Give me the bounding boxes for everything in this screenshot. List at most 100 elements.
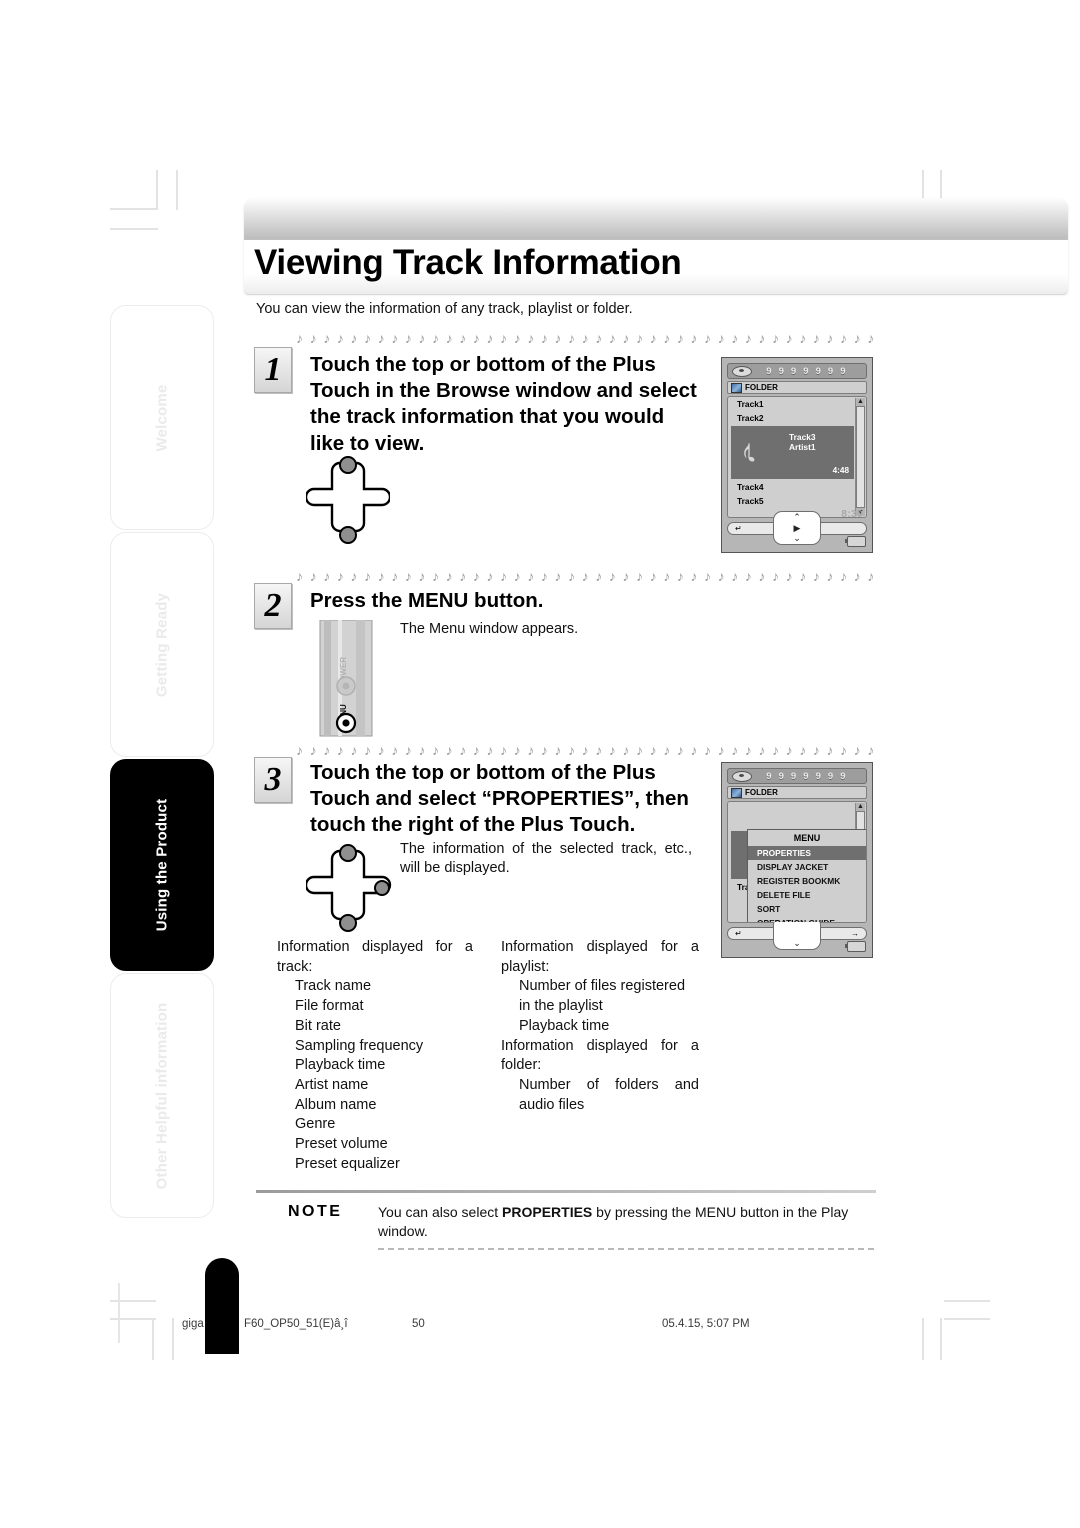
status-digits: 9 9 9 9 9 9 9 — [766, 770, 848, 782]
footer-filename-left: giga — [182, 1318, 204, 1330]
side-tab-label: Getting Ready — [153, 592, 171, 697]
menu-item-display-jacket[interactable]: DISPLAY JACKET — [748, 860, 866, 874]
device-clock: 8:30 — [841, 509, 863, 520]
crop-mark — [152, 1318, 154, 1360]
info-track-list: Track name File format Bit rate Sampling… — [277, 977, 473, 1174]
menu-item-register-bookmk[interactable]: REGISTER BOOKMK — [748, 874, 866, 888]
side-tab-label: Other Helpful information — [153, 1002, 171, 1189]
list-item[interactable]: Track5 — [728, 494, 866, 508]
pad-down-icon[interactable]: ⌄ — [793, 939, 801, 948]
device-status-bar: 9 9 9 9 9 9 9 — [727, 363, 867, 379]
folder-label: FOLDER — [745, 788, 778, 797]
footer-rule — [118, 1283, 120, 1343]
footer-page-number: 50 — [412, 1318, 425, 1330]
crop-mark — [110, 228, 158, 230]
list-item[interactable]: Track1 — [728, 397, 866, 411]
crop-mark — [110, 208, 158, 210]
device-bottom-bar: 8:30 ↵ ⌃ ▶ ⌄ — [727, 509, 867, 547]
list-item[interactable]: Track2 — [728, 411, 866, 425]
footer-filename-right: F60_OP50_51(E)â¸î — [244, 1318, 348, 1330]
crop-mark — [944, 1318, 990, 1320]
page-intro: You can view the information of any trac… — [256, 301, 633, 317]
list-item: Preset volume — [295, 1136, 388, 1153]
note-divider-top — [256, 1190, 876, 1193]
note-emphasis: PROPERTIES — [502, 1204, 593, 1220]
list-item: Playback time — [295, 1057, 386, 1074]
step-number-1: 1 — [254, 347, 292, 393]
return-icon[interactable]: ↵ — [735, 929, 742, 938]
list-item: Playback time — [519, 1017, 610, 1034]
section-separator: ♪♪♪♪♪♪♪♪♪♪♪♪♪♪♪♪♪♪♪♪♪♪♪♪♪♪♪♪♪♪♪♪♪♪♪♪♪♪♪♪… — [296, 742, 876, 758]
sidebar-item-using-the-product[interactable]: Using the Product — [110, 759, 214, 971]
return-icon[interactable]: ↵ — [735, 524, 742, 533]
menu-item-delete-file[interactable]: DELETE FILE — [748, 888, 866, 902]
crop-mark — [156, 170, 158, 210]
list-item: Sampling frequency — [295, 1037, 424, 1054]
plus-touch-icon-step3 — [306, 843, 396, 935]
list-item: Artist name — [295, 1077, 369, 1094]
selected-track-duration: 4:48 — [832, 466, 849, 475]
selected-track-artist: Artist1 — [789, 442, 816, 452]
sidebar-item-getting-ready[interactable]: Getting Ready — [110, 532, 214, 757]
device-folder-header: FOLDER — [727, 381, 867, 394]
side-tab-list: Welcome Getting Ready Using the Product … — [110, 305, 214, 1220]
list-item: File format — [295, 998, 364, 1015]
device-side-button-strip: POWER MENU — [318, 619, 374, 743]
info-playlist-block: Information displayed for a playlist: Nu… — [501, 938, 699, 1115]
pad-down-icon[interactable]: ⌄ — [793, 534, 801, 543]
status-digits: 9 9 9 9 9 9 9 — [766, 365, 848, 377]
list-item: Bit rate — [295, 1017, 341, 1034]
forward-icon[interactable]: → — [851, 929, 859, 938]
scroll-up-icon[interactable]: ▲ — [857, 803, 864, 810]
crop-mark — [172, 1318, 174, 1360]
list-item[interactable] — [728, 816, 866, 830]
disc-icon — [732, 365, 752, 377]
folder-icon — [731, 382, 742, 393]
list-item: Number of files registered in the playli… — [519, 978, 686, 1015]
menu-item-operation-guide[interactable]: OPERATION GUIDE — [748, 916, 866, 922]
step-number-3: 3 — [254, 757, 292, 803]
device-screen-menu: 9 9 9 9 9 9 9 FOLDER Track5 ▲ ▼ MENU PRO… — [721, 762, 873, 958]
info-track-block: Information displayed for a track: Track… — [277, 938, 473, 1175]
list-item[interactable]: Track4 — [728, 480, 866, 494]
black-marker-bar — [205, 1258, 239, 1354]
scrollbar[interactable]: ▲ ▼ — [855, 398, 865, 516]
device-plus-touch-pad[interactable]: ⌃ ▶ ⌄ — [773, 511, 821, 545]
menu-item-sort[interactable]: SORT — [748, 902, 866, 916]
disc-icon — [732, 770, 752, 782]
step-sub-3: The information of the selected track, e… — [400, 841, 692, 877]
note-label: NOTE — [288, 1203, 343, 1220]
step-sub-2: The Menu window appears. — [400, 621, 579, 637]
pad-play-icon[interactable]: ▶ — [794, 523, 801, 533]
info-folder-heading: Information displayed for a folder: — [501, 1037, 699, 1074]
pad-up-icon[interactable]: ⌃ — [793, 513, 801, 522]
menu-popup: MENU PROPERTIES DISPLAY JACKET REGISTER … — [747, 829, 866, 922]
list-item: Preset equalizer — [295, 1155, 400, 1172]
scrollbar-thumb[interactable] — [856, 406, 865, 508]
folder-label: FOLDER — [745, 383, 778, 392]
scroll-up-icon[interactable]: ▲ — [857, 398, 864, 405]
menu-item-properties[interactable]: PROPERTIES — [748, 846, 866, 860]
sidebar-item-other-helpful-information[interactable]: Other Helpful information — [110, 973, 214, 1218]
info-playlist-list: Number of files registered in the playli… — [501, 977, 699, 1036]
sidebar-item-welcome[interactable]: Welcome — [110, 305, 214, 530]
note-text-before: You can also select — [378, 1204, 503, 1220]
device-track-list: Track1 Track2 ♪ Track3 Artist1 4:48 Trac… — [727, 396, 867, 518]
device-status-bar: 9 9 9 9 9 9 9 — [727, 768, 867, 784]
list-item: Number of folders and audio files — [519, 1077, 699, 1113]
list-item: Track name — [295, 978, 372, 995]
footer-timestamp: 05.4.15, 5:07 PM — [662, 1318, 750, 1330]
menu-popup-title: MENU — [748, 830, 866, 846]
section-separator: ♪♪♪♪♪♪♪♪♪♪♪♪♪♪♪♪♪♪♪♪♪♪♪♪♪♪♪♪♪♪♪♪♪♪♪♪♪♪♪♪… — [296, 330, 876, 346]
info-folder-list: Number of folders and audio files — [501, 1076, 699, 1115]
selected-track-card[interactable]: ♪ Track3 Artist1 4:48 — [731, 426, 854, 479]
note-divider-bottom — [378, 1248, 876, 1250]
list-item: Genre — [295, 1116, 336, 1133]
side-tab-label: Welcome — [153, 384, 171, 451]
device-folder-header: FOLDER — [727, 786, 867, 799]
section-separator: ♪♪♪♪♪♪♪♪♪♪♪♪♪♪♪♪♪♪♪♪♪♪♪♪♪♪♪♪♪♪♪♪♪♪♪♪♪♪♪♪… — [296, 568, 876, 584]
info-track-heading: Information displayed for a track: — [277, 939, 473, 975]
list-item[interactable] — [728, 802, 866, 816]
crop-mark — [110, 1300, 156, 1302]
battery-icon — [845, 536, 866, 547]
